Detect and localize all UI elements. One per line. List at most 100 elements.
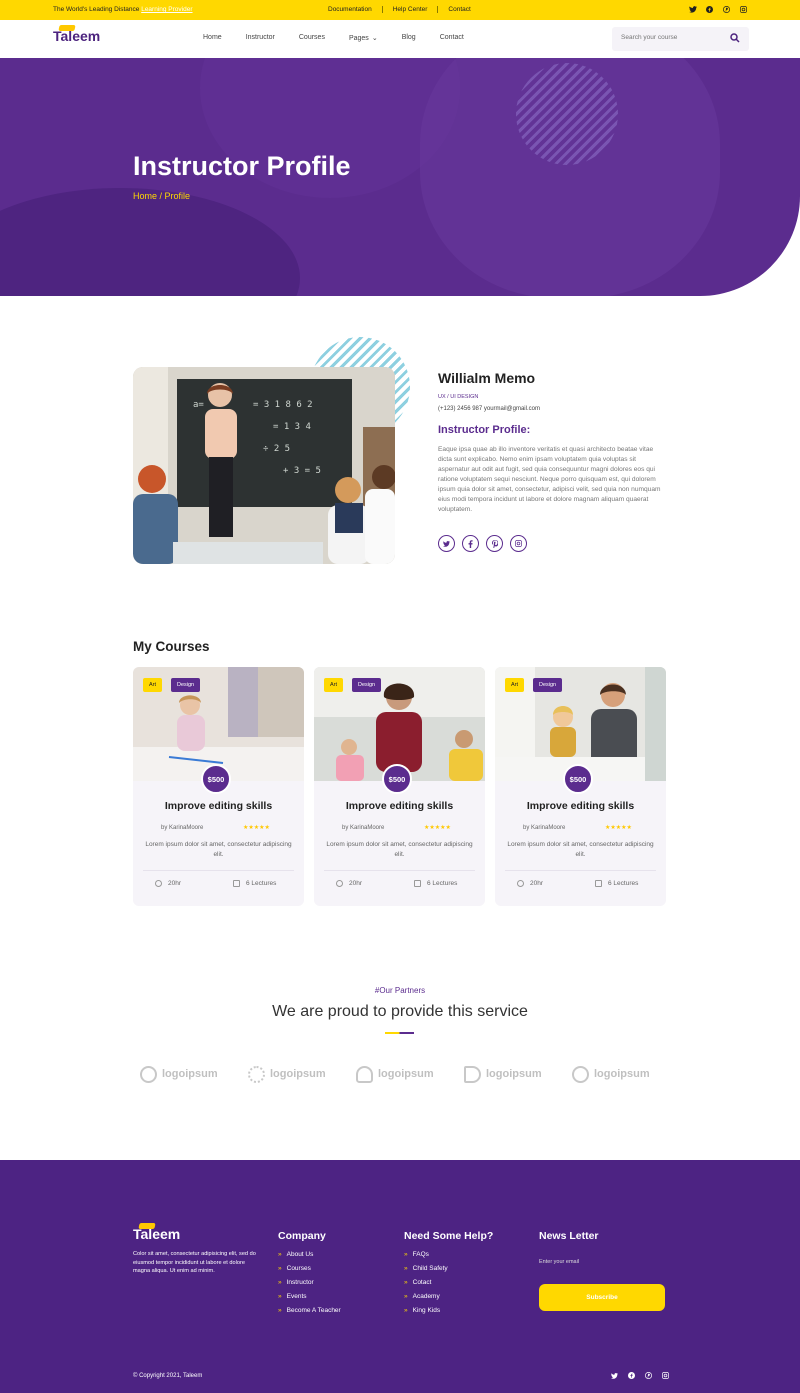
logo-mark-icon bbox=[248, 1065, 265, 1083]
twitter-icon[interactable] bbox=[438, 535, 455, 552]
course-card[interactable]: Art Design $500 Improve editing skills b… bbox=[133, 667, 304, 906]
category-badge[interactable]: Art bbox=[505, 678, 525, 692]
partner-logo[interactable]: logoipsum bbox=[248, 1063, 356, 1085]
pinterest-icon[interactable] bbox=[644, 1371, 653, 1380]
footer-link[interactable]: About Us bbox=[278, 1251, 341, 1258]
instagram-icon[interactable] bbox=[510, 535, 527, 552]
nav-item-courses[interactable]: Courses bbox=[299, 34, 325, 42]
facebook-icon[interactable] bbox=[462, 535, 479, 552]
footer-link[interactable]: FAQs bbox=[404, 1251, 493, 1258]
partner-logo[interactable]: logoipsum bbox=[356, 1063, 464, 1085]
course-card[interactable]: Art Design $500 Improve editing skills b… bbox=[495, 667, 666, 906]
clock-icon bbox=[336, 880, 343, 887]
search-icon[interactable] bbox=[730, 33, 740, 43]
svg-text:= 3 1 8 6 2: = 3 1 8 6 2 bbox=[253, 400, 313, 410]
category-badge[interactable]: Art bbox=[143, 678, 163, 692]
nav-item-instructor[interactable]: Instructor bbox=[246, 34, 275, 42]
partner-logo[interactable]: logoipsum bbox=[572, 1063, 680, 1085]
footer-link[interactable]: Academy bbox=[404, 1293, 493, 1300]
hero-banner: Instructor Profile Home / Profile bbox=[0, 58, 800, 296]
category-badge[interactable]: Art bbox=[324, 678, 344, 692]
footer-description: Color sit amet, consectetur adipisicing … bbox=[133, 1251, 256, 1274]
top-social bbox=[688, 5, 748, 14]
partner-logo[interactable]: logoipsum bbox=[140, 1063, 248, 1085]
book-icon bbox=[233, 880, 240, 887]
nav-item-pages[interactable]: Pages ⌄ bbox=[349, 34, 378, 42]
course-card[interactable]: Art Design $500 Improve editing skills b… bbox=[314, 667, 485, 906]
partner-logo-text: logoipsum bbox=[162, 1068, 218, 1080]
logo-mark-icon bbox=[464, 1065, 481, 1083]
book-icon bbox=[414, 880, 421, 887]
course-title[interactable]: Improve editing skills bbox=[133, 800, 304, 812]
category-badge[interactable]: Design bbox=[533, 678, 563, 692]
partner-logo-text: logoipsum bbox=[594, 1068, 650, 1080]
instructor-social-links bbox=[438, 535, 527, 552]
twitter-icon[interactable] bbox=[688, 5, 697, 14]
top-links: Documentation Help Center Contact bbox=[318, 6, 481, 13]
footer-company-column: Company About Us Courses Instructor Even… bbox=[278, 1230, 341, 1321]
my-courses-heading: My Courses bbox=[133, 639, 210, 654]
twitter-icon[interactable] bbox=[610, 1371, 619, 1380]
subscribe-button[interactable]: Subscribe bbox=[539, 1284, 665, 1311]
price-badge: $500 bbox=[563, 764, 593, 794]
facebook-icon[interactable] bbox=[705, 5, 714, 14]
top-link-contact[interactable]: Contact bbox=[437, 6, 480, 13]
search-input[interactable] bbox=[621, 34, 721, 41]
footer-link[interactable]: Child Safety bbox=[404, 1265, 493, 1272]
lectures-text: 6 Lectures bbox=[246, 880, 277, 888]
course-description: Lorem ipsum dolor sit amet, consectetur … bbox=[145, 841, 292, 858]
partner-logos: logoipsum logoipsum logoipsum logoipsum … bbox=[140, 1063, 680, 1085]
footer-link[interactable]: King Kids bbox=[404, 1307, 493, 1314]
footer-logo[interactable]: Taleem bbox=[133, 1223, 180, 1242]
footer-link[interactable]: Events bbox=[278, 1293, 341, 1300]
footer-link[interactable]: Become A Teacher bbox=[278, 1307, 341, 1314]
footer-help-heading: Need Some Help? bbox=[404, 1230, 494, 1242]
instagram-icon[interactable] bbox=[739, 5, 748, 14]
svg-text:+ 3 = 5: + 3 = 5 bbox=[283, 466, 321, 476]
email-field[interactable]: Enter your email bbox=[539, 1259, 579, 1265]
partners-title: We are proud to provide this service bbox=[272, 1003, 528, 1020]
footer-link[interactable]: Courses bbox=[278, 1265, 341, 1272]
top-link-help-center[interactable]: Help Center bbox=[381, 6, 438, 13]
site-footer: Taleem Color sit amet, consectetur adipi… bbox=[0, 1160, 800, 1393]
pinterest-icon[interactable] bbox=[486, 535, 503, 552]
category-badge[interactable]: Design bbox=[171, 678, 201, 692]
instructor-role: UX / UI DESIGN bbox=[438, 394, 479, 400]
nav-menu: Home Instructor Courses Pages ⌄ Blog Cont… bbox=[203, 34, 488, 42]
duration-text: 20hr bbox=[349, 880, 363, 888]
hero-striped-circle bbox=[516, 63, 618, 165]
course-author: by KarinaMoore bbox=[161, 825, 204, 831]
title-underline bbox=[385, 1032, 414, 1034]
nav-item-contact[interactable]: Contact bbox=[440, 34, 464, 42]
course-title[interactable]: Improve editing skills bbox=[314, 800, 485, 812]
tagline: The World's Leading Distance Learning Pr… bbox=[53, 6, 193, 13]
footer-link[interactable]: Cotact bbox=[404, 1279, 493, 1286]
course-duration: 20hr bbox=[336, 880, 362, 887]
book-icon bbox=[595, 880, 602, 887]
pinterest-icon[interactable] bbox=[722, 5, 731, 14]
course-title[interactable]: Improve editing skills bbox=[495, 800, 666, 812]
rating-stars: ★★★★★ bbox=[605, 825, 632, 831]
footer-link[interactable]: Instructor bbox=[278, 1279, 341, 1286]
nav-item-home[interactable]: Home bbox=[203, 34, 222, 42]
category-badge[interactable]: Design bbox=[352, 678, 382, 692]
instructor-profile-heading: Instructor Profile: bbox=[438, 424, 531, 436]
course-lectures: 6 Lectures bbox=[233, 880, 276, 887]
course-duration: 20hr bbox=[155, 880, 181, 887]
partner-logo[interactable]: logoipsum bbox=[464, 1063, 572, 1085]
course-description: Lorem ipsum dolor sit amet, consectetur … bbox=[326, 841, 473, 858]
facebook-icon[interactable] bbox=[627, 1371, 636, 1380]
instagram-icon[interactable] bbox=[661, 1371, 670, 1380]
breadcrumb[interactable]: Home / Profile bbox=[133, 191, 190, 201]
top-link-documentation[interactable]: Documentation bbox=[318, 6, 382, 13]
nav-item-pages-label: Pages bbox=[348, 35, 369, 42]
main-nav: Taleem Home Instructor Courses Pages ⌄ Bl… bbox=[0, 20, 800, 58]
page-title: Instructor Profile bbox=[133, 151, 351, 181]
instructor-name: Willialm Memo bbox=[438, 370, 536, 386]
logo-mark-icon bbox=[356, 1065, 373, 1083]
tagline-link[interactable]: Learning Provider bbox=[141, 6, 192, 13]
logo-text: Taleem bbox=[53, 28, 101, 44]
site-logo[interactable]: Taleem bbox=[53, 25, 101, 44]
price-badge: $500 bbox=[201, 764, 231, 794]
nav-item-blog[interactable]: Blog bbox=[402, 34, 416, 42]
